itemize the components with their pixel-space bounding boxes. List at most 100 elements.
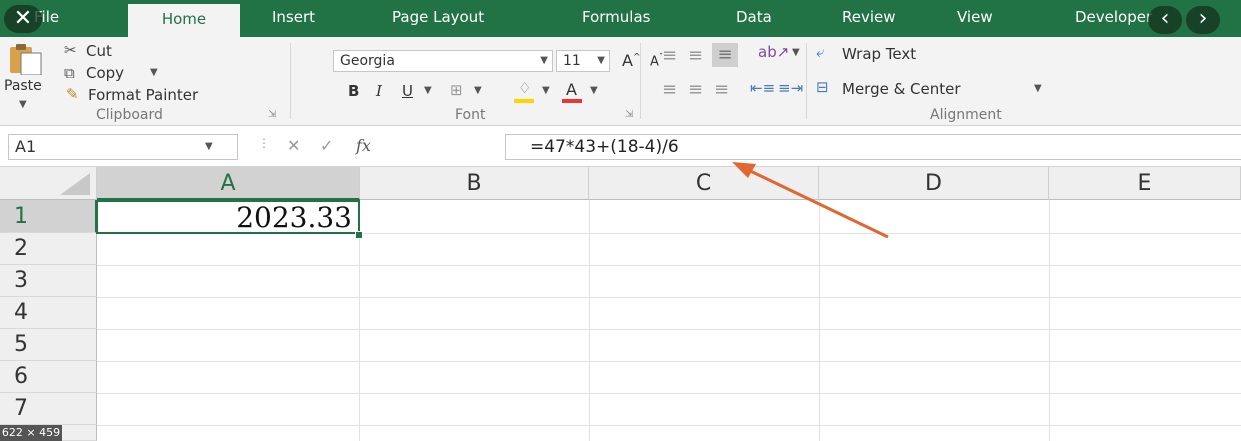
name-box[interactable]: A1 ▼ xyxy=(8,134,238,160)
fill-handle[interactable] xyxy=(355,231,363,239)
dialog-launcher-icon[interactable]: ⇲ xyxy=(625,109,633,120)
chevron-right-icon[interactable]: › xyxy=(1186,6,1220,34)
insert-function-icon[interactable]: fx xyxy=(356,136,371,155)
column-header-e[interactable]: E xyxy=(1049,167,1241,200)
align-middle-icon[interactable]: ≡ xyxy=(688,45,703,66)
orientation-icon[interactable]: ab↗ xyxy=(758,43,789,61)
tab-developer[interactable]: Developer xyxy=(1075,8,1152,26)
row-header-7[interactable]: 7 xyxy=(0,393,97,425)
font-name-value: Georgia xyxy=(340,53,395,69)
align-bottom-icon[interactable]: ≡ xyxy=(712,43,738,67)
row-header-6[interactable]: 6 xyxy=(0,361,97,393)
font-color-bar xyxy=(562,99,582,103)
row-header-4[interactable]: 4 xyxy=(0,297,97,329)
column-gridline xyxy=(819,200,820,441)
bold-button[interactable]: B xyxy=(348,82,359,100)
borders-dropdown-icon[interactable]: ▼ xyxy=(474,85,482,96)
chevron-down-icon: ▼ xyxy=(205,141,213,152)
tab-formulas[interactable]: Formulas xyxy=(582,8,650,26)
wrap-text-button[interactable]: Wrap Text xyxy=(842,45,916,63)
chevron-left-icon[interactable]: ‹ xyxy=(1148,6,1182,34)
cell-a1[interactable]: 2023.33 xyxy=(96,200,360,234)
tab-page-layout[interactable]: Page Layout xyxy=(392,8,484,26)
font-size-value: 11 xyxy=(563,53,581,69)
merge-center-button[interactable]: Merge & Center xyxy=(842,80,961,98)
format-painter-button[interactable]: Format Painter xyxy=(88,86,198,104)
alignment-group-label: Alignment xyxy=(930,107,1002,123)
separator xyxy=(806,43,807,119)
underline-dropdown-icon[interactable]: ▼ xyxy=(424,85,432,96)
dialog-launcher-icon[interactable]: ⇲ xyxy=(268,109,276,120)
column-header-c[interactable]: C xyxy=(589,167,819,200)
column-header-d[interactable]: D xyxy=(819,167,1049,200)
underline-button[interactable]: U xyxy=(402,82,413,100)
decrease-indent-icon[interactable]: ⇤≡ xyxy=(750,79,775,97)
copy-dropdown-icon[interactable]: ▼ xyxy=(150,67,158,78)
align-center-icon[interactable]: ≡ xyxy=(688,79,703,100)
copy-button[interactable]: Copy xyxy=(86,64,124,82)
cut-button[interactable]: Cut xyxy=(86,42,112,60)
fill-dropdown-icon[interactable]: ▼ xyxy=(542,85,550,96)
tab-home[interactable]: Home xyxy=(128,4,240,37)
chevron-down-icon[interactable]: ▼ xyxy=(19,99,27,110)
row-gridline xyxy=(97,393,1241,394)
align-right-icon[interactable]: ≡ xyxy=(714,79,729,100)
copy-icon: ⧉ xyxy=(64,64,75,82)
tab-insert[interactable]: Insert xyxy=(272,8,315,26)
font-size-combo[interactable]: 11 ▼ xyxy=(556,50,610,72)
increase-indent-icon[interactable]: ≡⇥ xyxy=(778,79,803,97)
select-all-corner[interactable] xyxy=(0,167,97,200)
paste-label: Paste xyxy=(4,78,42,94)
borders-icon[interactable]: ⊞ xyxy=(450,81,463,99)
select-all-icon xyxy=(60,173,90,195)
align-top-icon[interactable]: ≡ xyxy=(662,45,677,66)
name-box-value: A1 xyxy=(15,137,37,156)
separator xyxy=(290,43,291,119)
row-header-3[interactable]: 3 xyxy=(0,265,97,297)
chevron-down-icon: ▼ xyxy=(540,55,548,66)
wrap-text-icon: ⤶ xyxy=(816,43,825,61)
paintbrush-icon: ✎ xyxy=(66,85,79,103)
clipboard-group-label: Clipboard xyxy=(96,107,163,123)
column-header-b[interactable]: B xyxy=(360,167,589,200)
ribbon-home: Paste ▼ ✂ Cut ⧉ Copy ▼ ✎ Format Painter … xyxy=(0,37,1241,126)
formula-bar: A1 ▼ ⋮ ✕ ✓ fx =47*43+(18-4)/6 xyxy=(0,126,1241,167)
orientation-dropdown-icon[interactable]: ▼ xyxy=(792,47,800,58)
cancel-icon[interactable]: ✕ xyxy=(287,136,300,155)
close-icon[interactable]: ✕ xyxy=(4,5,42,33)
row-gridline xyxy=(97,297,1241,298)
clipboard-icon xyxy=(10,44,42,75)
font-color-dropdown-icon[interactable]: ▼ xyxy=(590,85,598,96)
formula-input[interactable]: =47*43+(18-4)/6 xyxy=(505,134,1241,160)
row-header-1[interactable]: 1 xyxy=(0,200,97,233)
increase-font-icon[interactable]: A^ xyxy=(622,51,641,70)
fill-bucket-icon[interactable]: ♢ xyxy=(518,79,531,97)
merge-icon: ⊟ xyxy=(816,78,829,96)
spreadsheet-grid: A B C D E 1 2 3 4 5 6 7 2023.33 xyxy=(0,167,1241,441)
row-gridline xyxy=(97,329,1241,330)
paste-button[interactable]: Paste xyxy=(2,43,50,99)
column-gridline xyxy=(1049,200,1050,441)
font-color-icon[interactable]: A xyxy=(566,80,577,99)
italic-button[interactable]: I xyxy=(376,82,382,100)
merge-dropdown-icon[interactable]: ▼ xyxy=(1034,83,1042,94)
column-header-a[interactable]: A xyxy=(97,167,360,200)
column-gridline xyxy=(589,200,590,441)
tab-data[interactable]: Data xyxy=(736,8,772,26)
chevron-down-icon: ▼ xyxy=(597,55,605,66)
tab-review[interactable]: Review xyxy=(842,8,896,26)
ribbon-tab-bar: File Home Insert Page Layout Formulas Da… xyxy=(0,0,1241,37)
align-left-icon[interactable]: ≡ xyxy=(662,79,677,100)
enter-icon[interactable]: ✓ xyxy=(320,136,333,155)
fill-color-bar xyxy=(514,99,534,103)
row-gridline xyxy=(97,361,1241,362)
tab-view[interactable]: View xyxy=(957,8,993,26)
font-name-combo[interactable]: Georgia ▼ xyxy=(333,50,553,72)
font-group-label: Font xyxy=(455,107,486,123)
scissors-icon: ✂ xyxy=(64,41,77,59)
row-gridline xyxy=(97,425,1241,426)
separator xyxy=(640,43,641,119)
row-header-2[interactable]: 2 xyxy=(0,233,97,265)
row-header-5[interactable]: 5 xyxy=(0,329,97,361)
row-gridline xyxy=(97,265,1241,266)
